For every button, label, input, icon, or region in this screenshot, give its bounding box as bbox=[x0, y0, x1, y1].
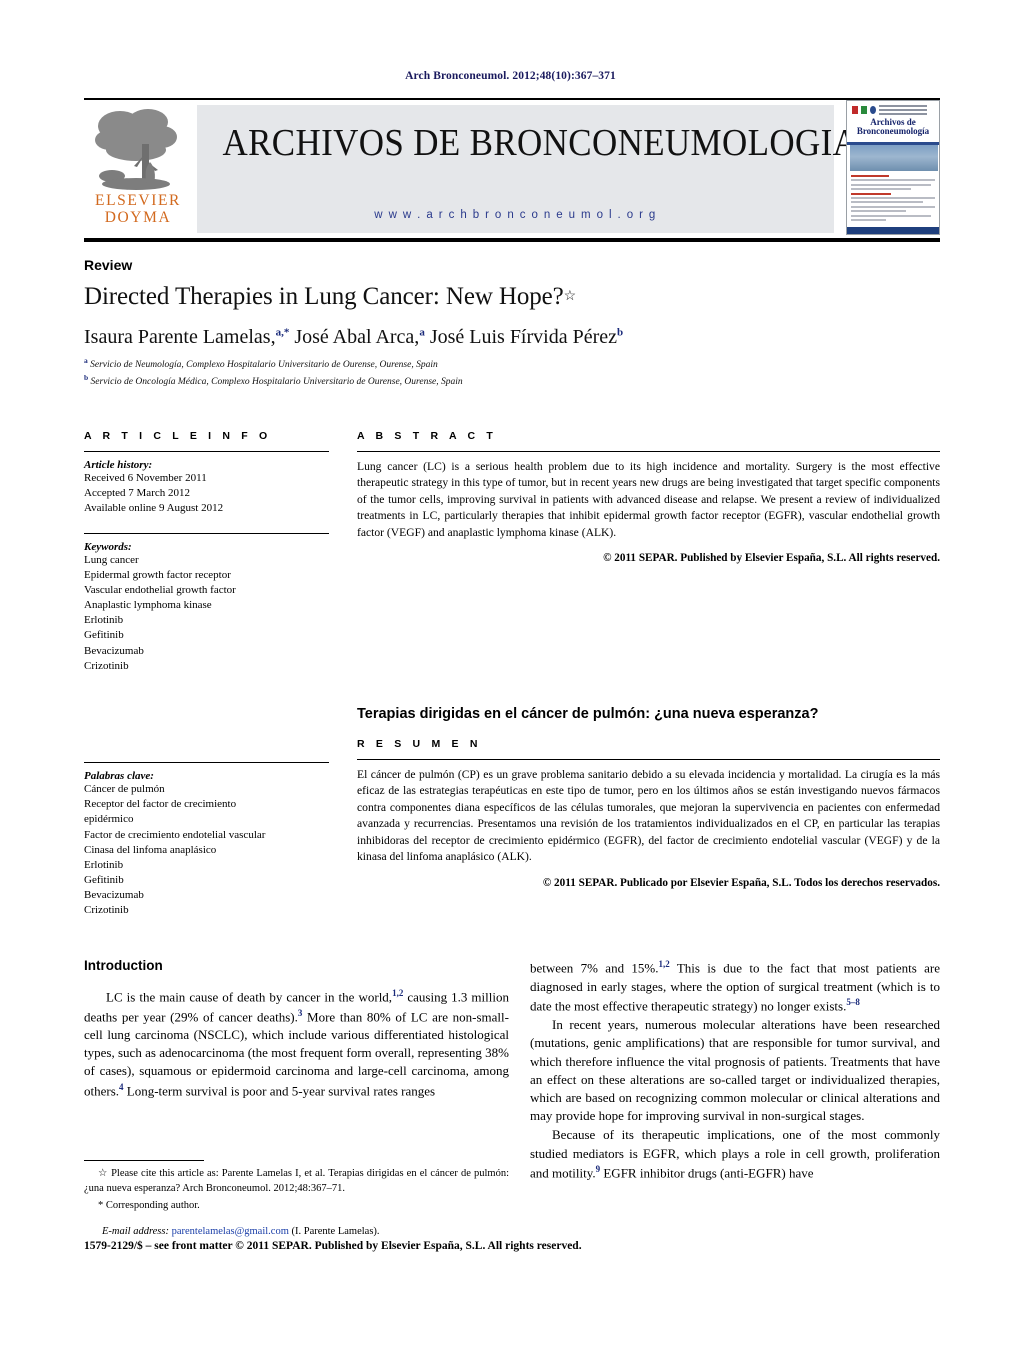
elsevier-wordmark: ELSEVIER bbox=[95, 192, 181, 209]
palabra-item: Receptor del factor de crecimiento bbox=[84, 798, 237, 811]
body-paragraph: In recent years, numerous molecular alte… bbox=[530, 1017, 940, 1124]
journal-article-page: Arch Bronconeumol. 2012;48(10):367–371 E… bbox=[0, 0, 1021, 1351]
journal-masthead: ELSEVIER DOYMA ARCHIVOS DE BRONCONEUMOLO… bbox=[84, 98, 940, 237]
elsevier-tree-icon bbox=[95, 109, 177, 190]
palabra-item: Cáncer de pulmón bbox=[84, 783, 165, 795]
palabra-item: Bevacizumab bbox=[84, 889, 144, 902]
email-label: E-mail address: bbox=[102, 1225, 169, 1237]
journal-banner: ARCHIVOS DE BRONCONEUMOLOGIA w w w . a r… bbox=[197, 105, 859, 233]
masthead-bottom-rule bbox=[84, 238, 940, 242]
cover-logos bbox=[852, 105, 927, 115]
corresponding-star-marker: * bbox=[98, 1200, 104, 1212]
email-link[interactable]: parentelamelas@gmail.com bbox=[172, 1226, 289, 1237]
body-column-right: between 7% and 15%.1,2 This is due to th… bbox=[530, 958, 940, 1183]
keyword-item: Erlotinib bbox=[84, 614, 124, 627]
article-title-text: Directed Therapies in Lung Cancer: New H… bbox=[84, 283, 564, 310]
body-column-left: Introduction LC is the main cause of dea… bbox=[84, 958, 509, 1101]
abstract-text: Lung cancer (LC) is a serious health pro… bbox=[357, 460, 940, 539]
resumen-column: Terapias dirigidas en el cáncer de pulmó… bbox=[357, 706, 940, 889]
body-paragraph: between 7% and 15%.1,2 This is due to th… bbox=[530, 959, 940, 1014]
cover-journal-title: Archivos de Bronconeumología bbox=[847, 117, 939, 137]
abstract-copyright: © 2011 SEPAR. Published by Elsevier Espa… bbox=[603, 552, 940, 565]
abstract-label: A B S T R A C T bbox=[357, 430, 497, 442]
palabra-item: Cinasa del linfoma anaplásico bbox=[84, 843, 217, 856]
affiliation-b: b Servicio de Oncología Médica, Complexo… bbox=[84, 372, 463, 388]
cover-title-line2: Bronconeumología bbox=[856, 126, 930, 137]
keyword-item: Lung cancer bbox=[84, 553, 139, 566]
keywords-list: Lung cancer Epidermal growth factor rece… bbox=[84, 553, 329, 674]
keyword-item: Anaplastic lymphoma kinase bbox=[84, 599, 212, 612]
resumen-text: El cáncer de pulmón (CP) es un grave pro… bbox=[357, 768, 940, 864]
footnote-email-line: E-mail address: parentelamelas@gmail.com… bbox=[102, 1225, 509, 1240]
divider bbox=[84, 451, 329, 452]
page-title: Directed Therapies in Lung Cancer: New H… bbox=[84, 283, 784, 311]
abstract-column: A B S T R A C T Lung cancer (LC) is a se… bbox=[357, 430, 940, 564]
body-paragraph: LC is the main cause of death by cancer … bbox=[84, 988, 509, 1098]
palabras-clave-list: Cáncer de pulmón Receptor del factor de … bbox=[84, 782, 329, 919]
journal-cover-thumbnail: Archivos de Bronconeumología bbox=[846, 100, 940, 235]
divider bbox=[84, 762, 329, 763]
palabras-clave-heading: Palabras clave: bbox=[84, 770, 154, 782]
article-history-accepted: Accepted 7 March 2012 bbox=[84, 487, 190, 500]
palabra-item: Crizotinib bbox=[84, 904, 129, 917]
corresponding-text: Corresponding author. bbox=[105, 1200, 200, 1212]
resumen-label: R E S U M E N bbox=[357, 738, 482, 750]
article-history-heading: Article history: bbox=[84, 459, 153, 471]
footnote-block: ☆ Please cite this article as: Parente L… bbox=[84, 1160, 509, 1250]
palabra-item: epidérmico bbox=[84, 813, 134, 826]
doyma-wordmark: DOYMA bbox=[104, 208, 172, 226]
keyword-item: Gefitinib bbox=[84, 629, 124, 642]
spanish-article-title: Terapias dirigidas en el cáncer de pulmó… bbox=[357, 706, 819, 722]
footnote-citation: ☆ Please cite this article as: Parente L… bbox=[84, 1167, 509, 1196]
front-matter-copyright: 1579-2129/$ – see front matter © 2011 SE… bbox=[84, 1240, 582, 1252]
affiliation-list: a Servicio de Neumología, Complexo Hospi… bbox=[84, 356, 784, 390]
cite-text: Please cite this article as: Parente Lam… bbox=[84, 1168, 509, 1194]
introduction-heading: Introduction bbox=[84, 958, 163, 973]
footnote-corresponding: * Corresponding author. bbox=[84, 1199, 509, 1214]
article-history-received: Received 6 November 2011 bbox=[84, 472, 207, 484]
email-owner: (I. Parente Lamelas). bbox=[291, 1225, 380, 1237]
cite-star-marker: ☆ bbox=[98, 1168, 108, 1179]
keyword-item: Vascular endothelial growth factor bbox=[84, 583, 236, 596]
resumen-copyright: © 2011 SEPAR. Publicado por Elsevier Esp… bbox=[542, 876, 940, 889]
title-footnote-marker: ☆ bbox=[563, 289, 577, 304]
spanish-keywords-column: Palabras clave: Cáncer de pulmón Recepto… bbox=[84, 762, 329, 919]
body-paragraph: Because of its therapeutic implications,… bbox=[530, 1127, 940, 1181]
divider bbox=[84, 532, 329, 534]
keyword-item: Epidermal growth factor receptor bbox=[84, 568, 231, 581]
journal-name: ARCHIVOS DE BRONCONEUMOLOGIA bbox=[222, 122, 859, 164]
article-info-label: A R T I C L E I N F O bbox=[84, 430, 272, 442]
author-list: Isaura Parente Lamelas,a,* José Abal Arc… bbox=[84, 326, 624, 348]
affiliation-a: a Servicio de Neumología, Complexo Hospi… bbox=[84, 356, 438, 371]
divider bbox=[357, 759, 940, 760]
keyword-item: Crizotinib bbox=[84, 659, 129, 672]
cover-text-lines bbox=[851, 175, 937, 223]
keywords-heading: Keywords: bbox=[84, 540, 132, 553]
keyword-item: Bevacizumab bbox=[84, 644, 144, 657]
elsevier-doyma-logo: ELSEVIER DOYMA bbox=[84, 104, 192, 234]
article-section-label: Review bbox=[84, 257, 133, 273]
divider bbox=[357, 451, 940, 452]
footnote-divider bbox=[84, 1160, 204, 1161]
journal-website-url[interactable]: w w w . a r c h b r o n c o n e u m o l … bbox=[197, 209, 834, 221]
article-info-column: A R T I C L E I N F O Article history: R… bbox=[84, 430, 329, 674]
article-history-online: Available online 9 August 2012 bbox=[84, 502, 224, 515]
running-head-citation: Arch Bronconeumol. 2012;48(10):367–371 bbox=[405, 70, 616, 82]
palabra-item: Factor de crecimiento endotelial vascula… bbox=[84, 828, 266, 841]
palabra-item: Erlotinib bbox=[84, 858, 124, 871]
palabra-item: Gefitinib bbox=[84, 874, 124, 887]
cover-photo bbox=[850, 145, 938, 171]
